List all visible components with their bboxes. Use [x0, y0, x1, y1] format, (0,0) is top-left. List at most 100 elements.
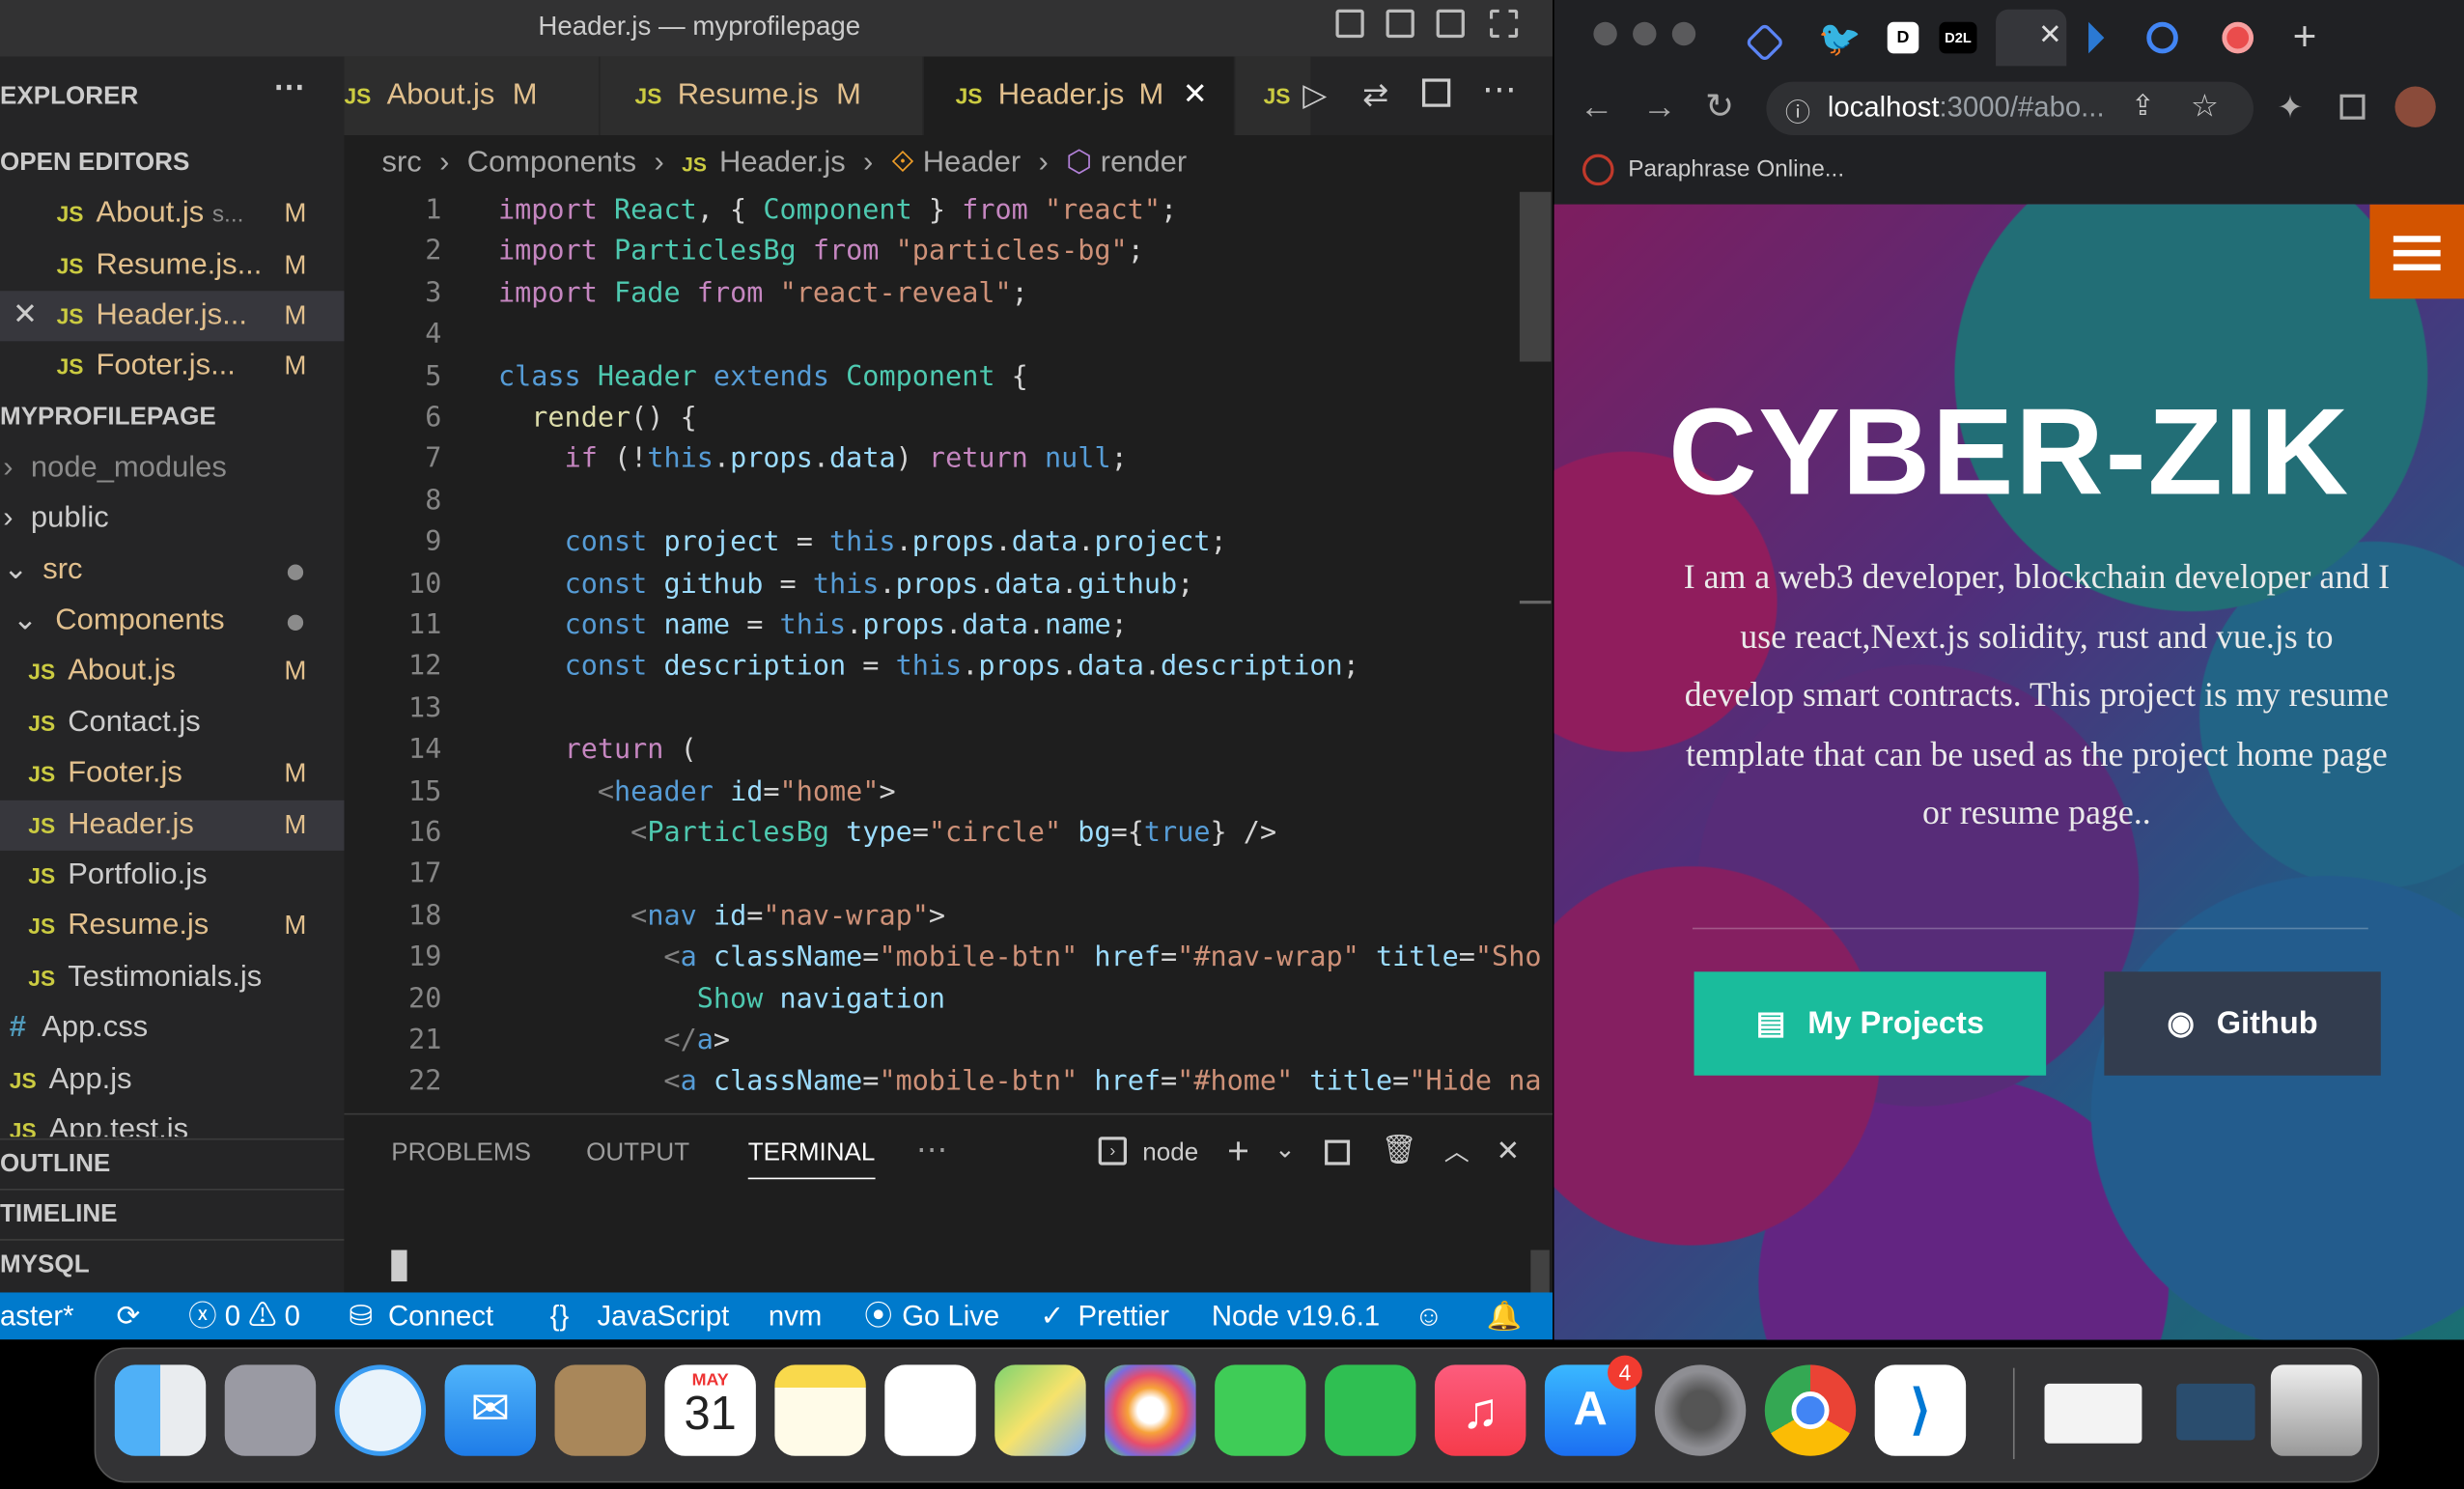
tab-problems[interactable]: PROBLEMS	[391, 1140, 531, 1168]
music-icon[interactable]: ♫	[1434, 1364, 1526, 1456]
run-icon[interactable]: ▷	[1302, 75, 1327, 115]
code-line[interactable]: import ParticlesBg from "particles-bg";	[498, 237, 1144, 268]
finder-icon[interactable]	[114, 1364, 207, 1456]
tab-favicon-arrow-icon[interactable]	[2088, 21, 2105, 54]
new-terminal-icon[interactable]: +	[1227, 1131, 1249, 1175]
system-settings-icon[interactable]	[1654, 1364, 1747, 1456]
messages-icon[interactable]	[1215, 1364, 1306, 1456]
minimize-window-button[interactable]	[1633, 21, 1657, 46]
code-line[interactable]: </a>	[498, 1025, 730, 1057]
toggle-panel-icon[interactable]	[1386, 9, 1414, 39]
zoom-window-button[interactable]	[1671, 21, 1696, 46]
go-live-status[interactable]: Go Live	[902, 1292, 999, 1339]
reminders-icon[interactable]	[884, 1364, 976, 1456]
tab-resume[interactable]: JS Resume.js M	[600, 56, 923, 136]
code-line[interactable]: const github = this.props.data.github;	[498, 569, 1194, 601]
contacts-icon[interactable]	[554, 1364, 646, 1456]
extensions-icon[interactable]: ✦	[2277, 88, 2303, 127]
breadcrumb-components[interactable]: Components	[467, 146, 636, 179]
breadcrumb-class[interactable]: Header	[923, 146, 1021, 179]
tab-google-icon[interactable]	[2146, 21, 2178, 54]
code-editor[interactable]: 1 import React, { Component } from "react…	[344, 191, 1553, 1113]
close-tab-icon[interactable]: ✕	[2038, 19, 2062, 52]
breadcrumb-src[interactable]: src	[382, 146, 422, 179]
maximize-panel-icon[interactable]: ︿	[1444, 1131, 1470, 1168]
code-line[interactable]: if (!this.props.data) return null;	[498, 444, 1128, 476]
connect-status[interactable]: Connect	[388, 1292, 493, 1339]
nvm-status[interactable]: nvm	[769, 1292, 822, 1339]
timeline-header[interactable]: TIMELINE	[0, 1188, 345, 1241]
prettier-status[interactable]: Prettier	[1078, 1292, 1169, 1339]
code-line[interactable]: const name = this.props.data.name;	[498, 610, 1128, 642]
outline-header[interactable]: OUTLINE	[0, 1138, 345, 1191]
code-line[interactable]: render() {	[498, 403, 697, 435]
sync-icon[interactable]: ⟳	[116, 1292, 140, 1339]
tab-header[interactable]: JS Header.js M ✕	[924, 56, 1234, 136]
problems-status[interactable]: ⓧ 0 ⚠ 0	[188, 1292, 300, 1339]
github-button[interactable]: ◉ Github	[2104, 971, 2381, 1076]
code-line[interactable]: <a className="mobile-btn" href="#nav-wra…	[498, 942, 1541, 974]
tab-overflow[interactable]: JS	[1235, 56, 1311, 136]
tree-app-css[interactable]: # App.css	[0, 1003, 344, 1054]
toggle-secondary-sidebar-icon[interactable]	[1436, 9, 1465, 39]
open-editor-footer[interactable]: JS Footer.js... M	[0, 341, 344, 391]
maps-icon[interactable]	[994, 1364, 1086, 1456]
toggle-sidebar-icon[interactable]	[1335, 9, 1364, 39]
close-window-button[interactable]	[1593, 21, 1617, 46]
code-line[interactable]: class Header extends Component {	[498, 361, 1028, 393]
bell-icon[interactable]: 🔔	[1487, 1292, 1522, 1339]
code-line[interactable]: <a className="mobile-btn" href="#home" t…	[498, 1067, 1541, 1099]
project-header[interactable]: MYPROFILEPAGE	[0, 393, 344, 443]
tree-public[interactable]: › public	[0, 493, 344, 544]
code-line[interactable]: return (	[498, 735, 697, 767]
terminal-scrollbar[interactable]	[1530, 1250, 1550, 1295]
info-icon[interactable]: ⓘ	[1785, 91, 1810, 128]
terminal-name[interactable]: node	[1142, 1140, 1198, 1168]
tree-node-modules[interactable]: › node_modules	[0, 443, 344, 493]
bookmark-star-icon[interactable]: ☆	[2191, 87, 2219, 126]
open-editor-header[interactable]: ✕ JS Header.js... M	[0, 291, 345, 342]
split-editor-icon[interactable]	[1421, 78, 1451, 107]
back-icon[interactable]: ←	[1580, 87, 1614, 127]
forward-icon[interactable]: →	[1642, 87, 1677, 127]
tab-record-icon[interactable]	[2222, 21, 2254, 54]
calendar-icon[interactable]: MAY 31	[664, 1364, 756, 1456]
more-actions-icon[interactable]: ⋯	[1482, 70, 1517, 110]
split-terminal-icon[interactable]	[1325, 1139, 1351, 1166]
share-icon[interactable]: ⇪	[2131, 90, 2155, 123]
new-tab-icon[interactable]: +	[2293, 13, 2317, 61]
tree-src[interactable]: ⌄ src	[0, 546, 344, 596]
sidepanel-icon[interactable]	[2339, 94, 2366, 120]
more-actions-icon[interactable]: ⋯	[273, 63, 305, 113]
tab-about[interactable]: JS About.js M	[344, 56, 600, 136]
tab-output[interactable]: OUTPUT	[586, 1140, 689, 1168]
feedback-icon[interactable]: ☺	[1414, 1292, 1443, 1339]
customize-layout-icon[interactable]	[1489, 9, 1519, 39]
avatar[interactable]	[2394, 86, 2436, 127]
code-line[interactable]: const project = this.props.data.project;	[498, 527, 1227, 559]
tree-about[interactable]: JS About.js M	[0, 646, 344, 696]
tree-header[interactable]: JS Header.js M	[0, 800, 345, 851]
code-line[interactable]: <header id="home">	[498, 776, 896, 808]
open-editor-resume[interactable]: JS Resume.js... M	[0, 240, 344, 291]
more-actions-icon[interactable]: ⋯	[916, 1131, 948, 1170]
breadcrumb-file[interactable]: Header.js	[719, 146, 846, 179]
close-panel-icon[interactable]: ✕	[1496, 1136, 1520, 1168]
tree-app-js[interactable]: JS App.js	[0, 1055, 344, 1106]
vscode-icon[interactable]: ⟩	[1874, 1364, 1967, 1456]
code-line[interactable]: <nav id="nav-wrap">	[498, 901, 945, 933]
tab-twitter-icon[interactable]: 🐦	[1818, 19, 1862, 60]
scrollbar[interactable]	[1519, 191, 1552, 362]
mysql-header[interactable]: MYSQL	[0, 1239, 345, 1291]
open-editors-header[interactable]: OPEN EDITORS	[0, 138, 344, 188]
close-icon[interactable]: ✕	[13, 291, 38, 341]
code-line[interactable]: <ParticlesBg type="circle" bg={true} />	[498, 818, 1276, 850]
menu-button[interactable]	[2369, 204, 2464, 299]
trash-icon[interactable]	[2270, 1364, 2363, 1456]
node-version[interactable]: Node v19.6.1	[1212, 1292, 1380, 1339]
open-editor-about[interactable]: JS About.js s... M	[0, 188, 344, 239]
code-line[interactable]: Show navigation	[498, 984, 945, 1016]
tab-terminal[interactable]: TERMINAL	[747, 1140, 876, 1180]
tab-d2l-icon[interactable]: D2L	[1939, 21, 1977, 54]
tree-components[interactable]: ⌄ Components	[0, 596, 344, 646]
